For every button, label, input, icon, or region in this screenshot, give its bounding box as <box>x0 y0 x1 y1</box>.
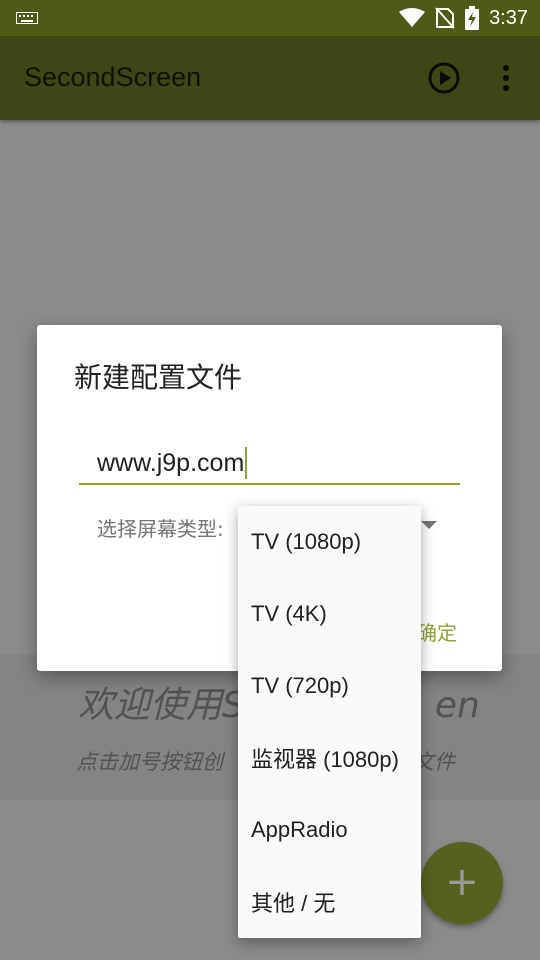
screen-type-label: 选择屏幕类型: <box>97 517 224 541</box>
dropdown-option-tv-4k[interactable]: TV (4K) <box>238 578 421 650</box>
dropdown-option-other-none[interactable]: 其他 / 无 <box>238 866 421 938</box>
battery-charging-icon <box>465 6 480 30</box>
profile-name-input[interactable]: www.j9p.com <box>79 443 460 485</box>
text-caret <box>245 447 248 479</box>
system-icons: 3:37 <box>399 0 528 36</box>
ok-button[interactable]: 确定 <box>417 617 457 646</box>
status-bar: 3:37 <box>0 0 540 36</box>
screen: 欢迎使用S en 点击加号按钮创 文件 + SecondScreen 3:37 … <box>0 0 540 960</box>
profile-name-value: www.j9p.com <box>97 448 245 477</box>
dropdown-option-tv-1080p[interactable]: TV (1080p) <box>238 506 421 578</box>
keyboard-icon <box>16 12 38 24</box>
dropdown-option-tv-720p[interactable]: TV (720p) <box>238 650 421 722</box>
dropdown-option-monitor-1080p[interactable]: 监视器 (1080p) <box>238 722 421 794</box>
dropdown-arrow-icon[interactable] <box>421 521 437 529</box>
wifi-icon <box>399 8 426 27</box>
dropdown-option-appradio[interactable]: AppRadio <box>238 794 421 866</box>
status-time: 3:37 <box>489 6 528 29</box>
dialog-title: 新建配置文件 <box>74 361 243 394</box>
screen-type-dropdown: TV (1080p) TV (4K) TV (720p) 监视器 (1080p)… <box>238 506 421 938</box>
no-sim-icon <box>435 7 455 29</box>
